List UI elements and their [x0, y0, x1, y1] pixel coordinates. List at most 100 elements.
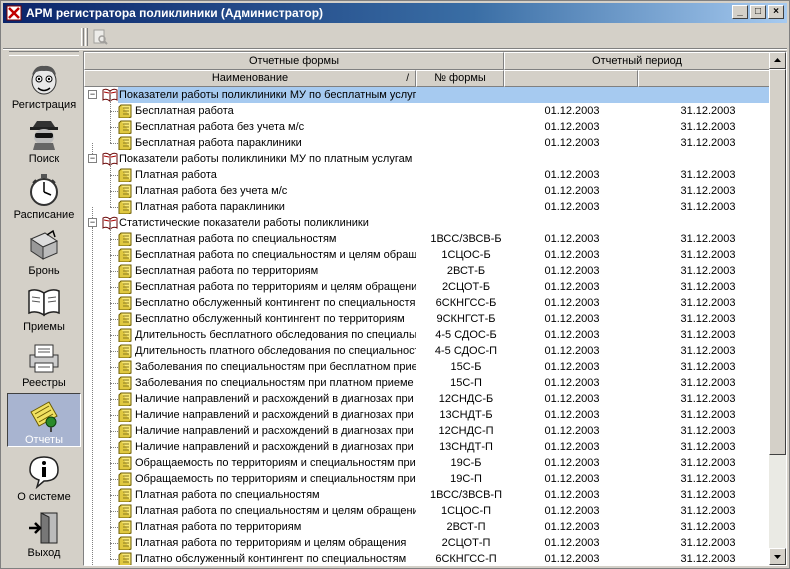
period-to: 31.12.2003 [680, 553, 736, 565]
table-row[interactable]: Бесплатная работа по территориям 2ВСТ-Б 01… [84, 255, 770, 279]
scroll-down-button[interactable] [769, 548, 786, 565]
toolbar [3, 25, 787, 49]
table-row[interactable]: Бесплатная работа 01.12.2003 31.12.2003 [84, 95, 770, 119]
document-icon [118, 488, 134, 503]
maximize-button[interactable]: □ [750, 5, 766, 19]
form-number: 19С-Б [450, 457, 482, 469]
column-header-name-label: Наименование [211, 72, 289, 84]
period-from: 01.12.2003 [544, 473, 600, 485]
form-number: 19С-П [450, 473, 482, 485]
collapse-icon[interactable]: − [88, 154, 97, 163]
sidebar-item-reports[interactable]: Отчеты [7, 393, 81, 447]
column-header-code[interactable]: № формы [416, 70, 504, 87]
report-name: Наличие направлений и расхождений в диаг… [135, 441, 414, 453]
sidebar-item-booking[interactable]: Бронь [7, 225, 81, 279]
close-button[interactable]: × [768, 5, 784, 19]
tree-group-row[interactable]: − Статистические показатели работы поликл… [84, 207, 770, 231]
period-from: 01.12.2003 [544, 489, 600, 501]
tree-line [110, 95, 111, 111]
table-row[interactable]: Платная работа по территориям 2ВСТ-П 01.12… [84, 511, 770, 535]
column-header-to[interactable] [638, 70, 770, 87]
tree-line [110, 543, 118, 544]
column-header-name[interactable]: Наименование / [84, 70, 416, 87]
tree-line [110, 191, 111, 207]
table-row[interactable]: Длительность бесплатного обследования по… [84, 319, 770, 343]
table-row[interactable]: Бесплатная работа по территориям и целям… [84, 271, 770, 295]
collapse-icon[interactable]: − [88, 218, 97, 227]
period-from: 01.12.2003 [544, 233, 600, 245]
table-row[interactable]: Наличие направлений и расхождений в диаг… [84, 431, 770, 455]
table-row[interactable]: Бесплатная работа параклиники 01.12.2003 3… [84, 127, 770, 151]
form-number: 15С-П [450, 377, 482, 389]
table-row[interactable]: Бесплатная работа по специальностям 1ВСС/… [84, 223, 770, 247]
table-row[interactable]: Наличие направлений и расхождений в диаг… [84, 399, 770, 423]
document-icon [118, 472, 134, 487]
group-name: Показатели работы поликлиники МУ по плат… [119, 153, 413, 165]
tree-line [110, 431, 111, 447]
tree-line [110, 271, 111, 287]
report-name: Заболевания по специальностям при платно… [135, 377, 414, 389]
period-from: 01.12.2003 [544, 313, 600, 325]
table-row[interactable]: Платная работа параклиники 01.12.2003 31.1… [84, 191, 770, 215]
minimize-button[interactable]: _ [732, 5, 748, 19]
tree-line [110, 127, 111, 143]
arrow-up-icon [774, 58, 781, 62]
sidebar-item-search[interactable]: Поиск [7, 113, 81, 167]
table-row[interactable]: Бесплатная работа без учета м/с 01.12.200… [84, 111, 770, 135]
scroll-thumb[interactable] [769, 69, 786, 455]
table-row[interactable]: Длительность платного обследования по сп… [84, 335, 770, 359]
minimize-icon: _ [737, 6, 743, 17]
table-row[interactable]: Платная работа по специальностям 1ВСС/3ВС… [84, 479, 770, 503]
sidebar-item-registries[interactable]: Реестры [7, 337, 81, 391]
tree-line [110, 399, 118, 400]
column-header-from[interactable] [504, 70, 638, 87]
document-icon [118, 408, 134, 423]
sidebar-item-exit[interactable]: Выход [7, 507, 81, 561]
preview-icon[interactable] [91, 28, 109, 46]
table-row[interactable]: Наличие направлений и расхождений в диаг… [84, 383, 770, 407]
period-to: 31.12.2003 [680, 425, 736, 437]
table-row[interactable]: Наличие направлений и расхождений в диаг… [84, 415, 770, 439]
table-row[interactable]: Заболевания по специальностям при платно… [84, 367, 770, 391]
sidebar-item-about[interactable]: О системе [7, 451, 81, 505]
form-number: 1СЦОС-Б [441, 249, 491, 261]
period-from: 01.12.2003 [544, 105, 600, 117]
maximize-icon: □ [754, 6, 762, 17]
table-row[interactable]: Обращаемость по территориям и специально… [84, 447, 770, 471]
period-to: 31.12.2003 [680, 521, 736, 533]
table-row[interactable]: Платная работа 01.12.2003 31.12.2003 [84, 159, 770, 183]
period-to: 31.12.2003 [680, 345, 736, 357]
form-number: 2СЦОТ-Б [441, 281, 491, 293]
tree-group-row[interactable]: − Показатели работы поликлиники МУ по пла… [84, 143, 770, 167]
spy-icon [30, 121, 58, 150]
collapse-icon[interactable]: − [88, 90, 97, 99]
vertical-scrollbar[interactable] [769, 52, 786, 565]
tree-line [110, 239, 111, 255]
toolbar-grip[interactable] [81, 28, 84, 46]
table-row[interactable]: Обращаемость по территориям и специально… [84, 463, 770, 487]
table-row[interactable]: Платная работа без учета м/с 01.12.2003 31… [84, 175, 770, 199]
sidebar-item-schedule[interactable]: Расписание [7, 169, 81, 223]
title-bar[interactable]: АРМ регистратора поликлиники (Администра… [3, 3, 787, 23]
table-row[interactable]: Бесплатно обслуженный контингент по терр… [84, 303, 770, 327]
period-from: 01.12.2003 [544, 201, 600, 213]
table-row[interactable]: Бесплатная работа по специальностям и це… [84, 239, 770, 263]
app-icon [6, 5, 22, 21]
period-to: 31.12.2003 [680, 393, 736, 405]
tree-group-row[interactable]: − Показатели работы поликлиники МУ по бес… [84, 87, 770, 103]
document-icon [118, 120, 134, 135]
form-number: 13СНДТ-Б [439, 409, 493, 421]
registry-icon [29, 344, 59, 373]
tree-line [110, 415, 111, 431]
form-number: 6СКНГСС-Б [435, 297, 497, 309]
table-row[interactable]: Платно обслуженный контингент по специал… [84, 543, 770, 565]
table-row[interactable]: Бесплатно обслуженный контингент по спец… [84, 287, 770, 311]
table-row[interactable]: Платная работа по территориям и целям об… [84, 527, 770, 551]
scroll-up-button[interactable] [769, 52, 786, 69]
period-to: 31.12.2003 [680, 441, 736, 453]
toolbar-grip-2[interactable] [85, 28, 88, 46]
sidebar-item-appointments[interactable]: Приемы [7, 281, 81, 335]
sidebar-item-registration[interactable]: Регистрация [7, 59, 81, 113]
table-row[interactable]: Заболевания по специальностям при беспла… [84, 351, 770, 375]
table-row[interactable]: Платная работа по специальностям и целям… [84, 495, 770, 519]
